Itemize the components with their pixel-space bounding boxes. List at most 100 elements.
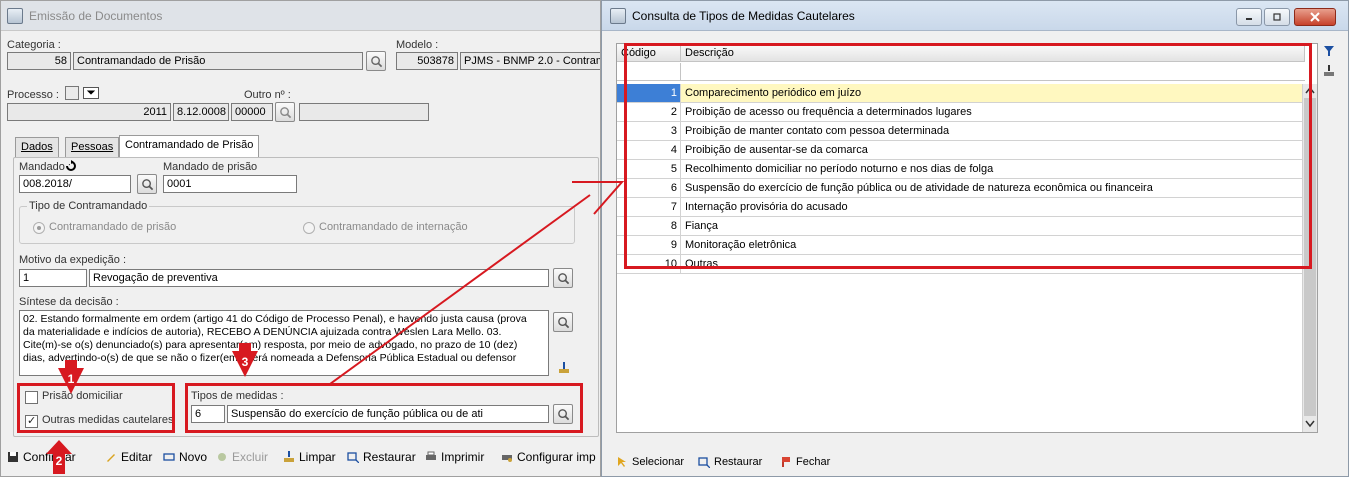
processo-ano[interactable]: 2011 (7, 103, 171, 121)
motivo-search-button[interactable] (553, 268, 573, 288)
dropdown-button[interactable] (83, 87, 99, 99)
tab-contramandado[interactable]: Contramandado de Prisão (119, 135, 260, 157)
limpar-button[interactable]: Limpar (283, 448, 336, 466)
excluir-button[interactable]: Excluir (216, 448, 268, 466)
table-row[interactable]: 9 Monitoração eletrônica (617, 236, 1305, 255)
sintese-line: Cite(m)-se o(s) denunciado(s) para apres… (23, 339, 518, 351)
restore-icon (698, 457, 710, 468)
maximize-button[interactable] (1264, 8, 1290, 26)
cell-descricao: Suspensão do exercício de função pública… (685, 182, 1153, 194)
search-icon (279, 106, 291, 118)
cell-descricao: Internação provisória do acusado (685, 201, 848, 213)
close-button[interactable] (1294, 8, 1336, 26)
editar-button[interactable]: Editar (105, 448, 152, 466)
filter-descricao[interactable] (681, 63, 1305, 81)
mandado-search-button[interactable] (137, 174, 157, 194)
tipos-medidas-text[interactable]: Suspensão do exercício de função pública… (227, 405, 549, 423)
processo-search-button[interactable] (275, 102, 295, 122)
novo-button[interactable]: Novo (163, 448, 207, 466)
filter-codigo[interactable] (617, 63, 681, 81)
editar-label: Editar (121, 450, 153, 464)
cell-codigo: 3 (617, 122, 681, 140)
sintese-line: dias, advertindo-o(s) de que se não o fi… (23, 352, 517, 364)
configurar-impressao-button[interactable]: Configurar imp (501, 448, 596, 466)
refresh-icon[interactable] (65, 160, 77, 172)
search-icon (141, 178, 153, 190)
chevron-down-icon (86, 90, 96, 95)
table-row[interactable]: 8 Fiança (617, 217, 1305, 236)
categoria-name[interactable]: Contramandado de Prisão (73, 52, 363, 70)
fechar-label: Fechar (796, 456, 831, 468)
minimize-button[interactable] (1236, 8, 1262, 26)
select-pointer-icon (618, 457, 626, 467)
modelo-name[interactable]: PJMS - BNMP 2.0 - Contram (460, 52, 600, 70)
table-row[interactable]: 3 Proibição de manter contato com pessoa … (617, 122, 1305, 141)
radio-contramandado-internacao[interactable] (303, 222, 315, 234)
consulta-medidas-window: Consulta de Tipos de Medidas Cautelares … (601, 0, 1349, 477)
close-flag-icon (782, 457, 790, 467)
column-header-descricao[interactable]: Descrição (681, 44, 1305, 62)
app-icon (7, 7, 23, 24)
cell-descricao: Comparecimento periódico em juízo (681, 84, 1305, 102)
scroll-thumb[interactable] (1304, 98, 1316, 416)
table-row[interactable]: 2 Proibição de acesso ou frequência a det… (617, 103, 1305, 122)
table-row[interactable]: 7 Internação provisória do acusado (617, 198, 1305, 217)
mandado-prisao-input[interactable]: 0001 (163, 175, 297, 193)
table-row[interactable]: 4 Proibição de ausentar-se da comarca (617, 141, 1305, 160)
scroll-down-icon[interactable] (1305, 420, 1315, 428)
table-row[interactable]: 10 Outras (617, 255, 1305, 274)
cell-descricao: Proibição de manter contato com pessoa d… (685, 125, 950, 137)
calendar-icon[interactable] (65, 86, 79, 100)
tab-pessoas[interactable]: Pessoas (65, 137, 120, 157)
processo-seq[interactable]: 00000 (231, 103, 273, 121)
radio-contramandado-internacao-label: Contramandado de internação (319, 221, 468, 233)
print-icon (426, 451, 436, 460)
novo-label: Novo (179, 450, 208, 464)
grid-scrollbar[interactable] (1302, 84, 1317, 432)
radio-contramandado-prisao[interactable] (33, 222, 45, 234)
tab-dados-label: Dados (21, 141, 53, 153)
table-row[interactable]: 1 Comparecimento periódico em juízo (617, 84, 1305, 103)
restaurar-footer-button[interactable]: Restaurar (698, 456, 762, 468)
tab-pessoas-label: Pessoas (71, 141, 114, 153)
cell-codigo: 6 (617, 179, 681, 197)
categoria-search-button[interactable] (366, 51, 386, 71)
search-icon (557, 408, 569, 420)
minimize-icon (1246, 18, 1252, 20)
modelo-code[interactable]: 503878 (396, 52, 458, 70)
imprimir-button[interactable]: Imprimir (425, 448, 484, 466)
sintese-textarea[interactable]: 02. Estando formalmente em ordem (artigo… (19, 310, 549, 376)
tab-dados[interactable]: Dados (15, 137, 59, 157)
column-header-codigo[interactable]: Código (617, 44, 681, 62)
broom-icon[interactable] (557, 361, 571, 375)
table-row[interactable]: 6 Suspensão do exercício de função públic… (617, 179, 1305, 198)
mandado-input[interactable]: 008.2018/ (19, 175, 131, 193)
delete-icon (218, 453, 226, 461)
imprimir-label: Imprimir (441, 450, 485, 464)
close-icon (1310, 12, 1320, 22)
selecionar-button[interactable]: Selecionar (616, 456, 684, 468)
cell-codigo: 1 (617, 84, 681, 102)
confirmar-button[interactable]: Confirmar (7, 448, 76, 466)
mandado-prisao-label: Mandado de prisão (163, 161, 258, 173)
prisao-domiciliar-label: Prisão domiciliar (42, 390, 123, 402)
restaurar-button[interactable]: Restaurar (347, 448, 416, 466)
table-row[interactable]: 5 Recolhimento domiciliar no período notu… (617, 160, 1305, 179)
prisao-domiciliar-checkbox[interactable] (25, 391, 38, 404)
broom-icon[interactable] (1323, 65, 1335, 77)
sintese-search-button[interactable] (553, 312, 573, 332)
tipos-medidas-search-button[interactable] (553, 404, 573, 424)
motivo-code[interactable]: 1 (19, 269, 87, 287)
outro-input[interactable] (299, 103, 429, 121)
fechar-button[interactable]: Fechar (780, 456, 830, 468)
configurar-impressao-label: Configurar imp (517, 450, 596, 464)
processo-numero[interactable]: 8.12.0008 (173, 103, 229, 121)
search-icon (557, 272, 569, 284)
restaurar-label: Restaurar (363, 450, 416, 464)
tipos-medidas-code[interactable]: 6 (191, 405, 225, 423)
outras-medidas-checkbox[interactable] (25, 414, 38, 428)
motivo-text[interactable]: Revogação de preventiva (89, 269, 549, 287)
scroll-up-icon[interactable] (1305, 86, 1315, 94)
filter-icon[interactable] (1323, 45, 1335, 57)
categoria-code[interactable]: 58 (7, 52, 71, 70)
